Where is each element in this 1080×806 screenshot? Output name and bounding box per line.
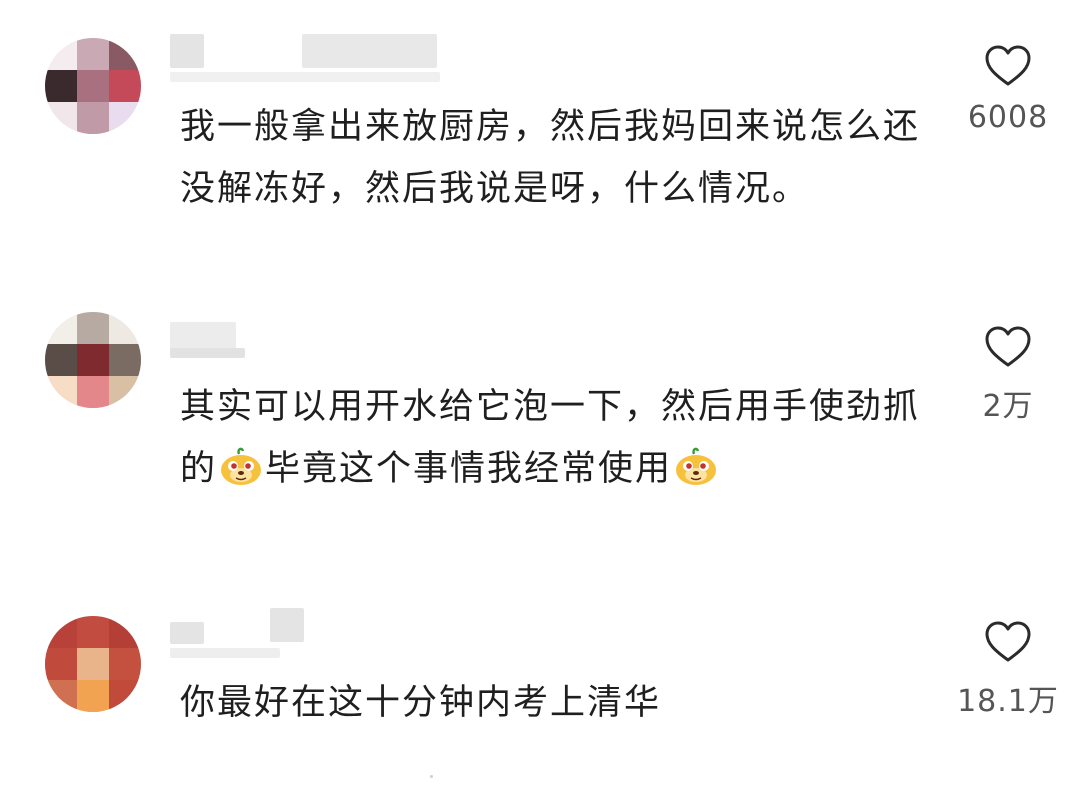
comment-text: 你最好在这十分钟内考上清华	[180, 683, 662, 723]
divider-dot	[430, 775, 433, 778]
username-blurred[interactable]	[170, 608, 450, 658]
comment-item: 你最好在这十分钟内考上清华 18.1万	[0, 0, 1080, 806]
heart-outline-icon[interactable]	[984, 620, 1032, 664]
like-count: 18.1万	[957, 684, 1059, 719]
like-button[interactable]: 18.1万	[940, 620, 1076, 720]
avatar-mosaic	[45, 616, 141, 712]
avatar[interactable]	[45, 616, 141, 712]
